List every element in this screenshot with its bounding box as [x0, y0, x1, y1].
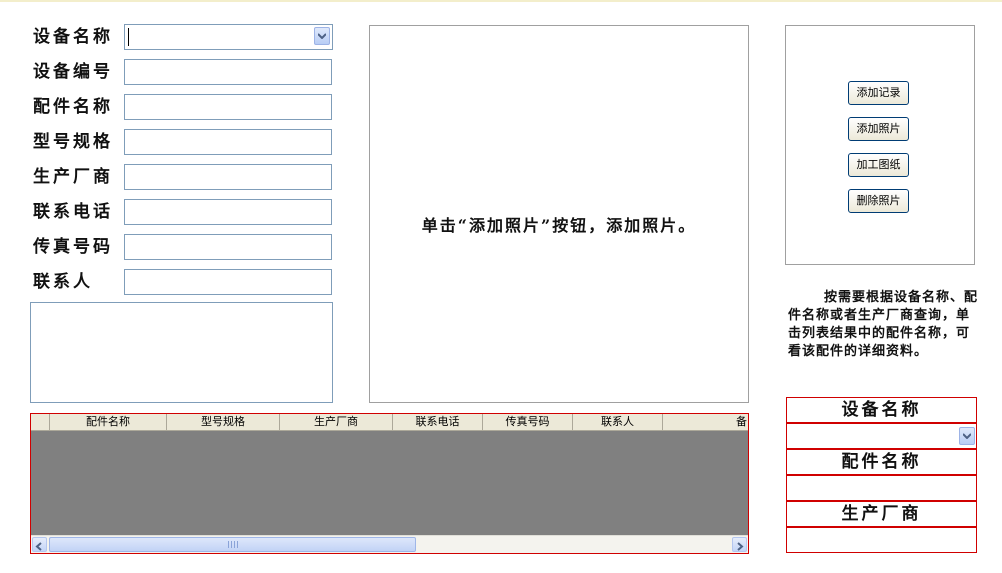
arrow-right-icon — [737, 542, 744, 551]
top-divider — [0, 0, 1002, 2]
delete-photo-button[interactable]: 删除照片 — [848, 189, 909, 213]
arrow-left-icon — [35, 542, 42, 551]
fax-label: 传真号码 — [33, 237, 113, 257]
table-header: 配件名称 型号规格 生产厂商 联系电话 传真号码 联系人 备 — [31, 414, 748, 431]
device-name-combobox[interactable] — [124, 24, 333, 50]
part-name-label: 配件名称 — [33, 97, 113, 117]
column-header[interactable]: 联系人 — [573, 414, 663, 430]
notes-textarea[interactable] — [30, 302, 333, 403]
fax-field[interactable] — [124, 234, 332, 260]
column-header[interactable]: 联系电话 — [393, 414, 483, 430]
manufacturer-field[interactable] — [124, 164, 332, 190]
manufacturer-label: 生产厂商 — [33, 167, 113, 187]
model-spec-label: 型号规格 — [33, 132, 113, 152]
phone-label: 联系电话 — [33, 202, 113, 222]
column-header[interactable]: 备 — [663, 414, 748, 430]
search-device-name-label: 设备名称 — [841, 400, 922, 420]
search-part-name-label: 配件名称 — [841, 452, 922, 472]
part-name-field[interactable] — [124, 94, 332, 120]
scrollbar-thumb[interactable] — [49, 537, 416, 552]
search-help-text: 按需要根据设备名称、配件名称或者生产厂商查询，单击列表结果中的配件名称，可看该配… — [788, 290, 979, 359]
contact-field[interactable] — [124, 269, 332, 295]
device-number-field[interactable] — [124, 59, 332, 85]
device-number-label: 设备编号 — [33, 62, 113, 82]
drawing-button[interactable]: 加工图纸 — [848, 153, 909, 177]
horizontal-scrollbar[interactable] — [31, 535, 748, 553]
phone-field[interactable] — [124, 199, 332, 225]
scroll-left-button[interactable] — [32, 537, 47, 552]
action-button-panel: 添加记录 添加照片 加工图纸 删除照片 — [785, 25, 975, 265]
contact-label: 联系人 — [33, 272, 93, 292]
search-manufacturer-field[interactable] — [786, 527, 977, 553]
search-part-name-label-box: 配件名称 — [786, 449, 977, 475]
search-device-dropdown-button[interactable] — [959, 427, 975, 445]
model-spec-field[interactable] — [124, 129, 332, 155]
text-caret — [128, 28, 129, 46]
search-part-name-field[interactable] — [786, 475, 977, 501]
device-name-label: 设备名称 — [33, 27, 113, 47]
search-device-name-label-box: 设备名称 — [786, 397, 977, 423]
device-name-dropdown-button[interactable] — [314, 27, 330, 45]
column-header[interactable]: 配件名称 — [50, 414, 167, 430]
add-photo-button[interactable]: 添加照片 — [848, 117, 909, 141]
column-header[interactable]: 传真号码 — [483, 414, 573, 430]
search-manufacturer-label-box: 生产厂商 — [786, 501, 977, 527]
parts-table[interactable]: 配件名称 型号规格 生产厂商 联系电话 传真号码 联系人 备 — [30, 413, 749, 554]
photo-panel[interactable]: 单击“添加照片”按钮，添加照片。 — [369, 25, 749, 403]
chevron-down-icon — [963, 433, 971, 439]
scroll-right-button[interactable] — [732, 537, 747, 552]
scrollbar-grip — [228, 541, 238, 548]
chevron-down-icon — [318, 33, 326, 39]
search-manufacturer-label: 生产厂商 — [841, 504, 922, 524]
photo-hint: 单击“添加照片”按钮，添加照片。 — [421, 216, 697, 235]
column-header[interactable]: 生产厂商 — [280, 414, 393, 430]
row-selector-header — [31, 414, 50, 430]
column-header[interactable]: 型号规格 — [167, 414, 280, 430]
search-device-name-combobox[interactable] — [786, 423, 977, 449]
add-record-button[interactable]: 添加记录 — [848, 81, 909, 105]
